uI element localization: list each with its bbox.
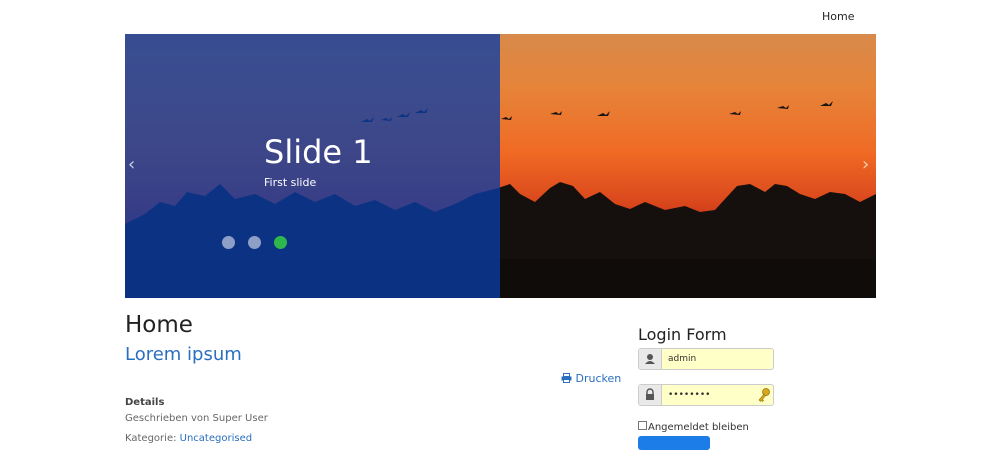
print-label: Drucken bbox=[575, 372, 622, 385]
slide-subtitle: First slide bbox=[264, 176, 317, 189]
author-line: Geschrieben von Super User bbox=[125, 413, 268, 424]
username-input[interactable] bbox=[662, 349, 773, 369]
article-title[interactable]: Lorem ipsum bbox=[125, 344, 242, 365]
login-button[interactable] bbox=[638, 436, 710, 450]
category-line: Kategorie: Uncategorised bbox=[125, 433, 252, 444]
page-title: Home bbox=[125, 312, 193, 338]
user-icon bbox=[639, 349, 662, 369]
slide-title: Slide 1 bbox=[264, 133, 373, 171]
lock-icon bbox=[639, 385, 662, 405]
username-field[interactable] bbox=[638, 348, 774, 370]
chevron-left-icon[interactable]: ‹ bbox=[128, 156, 135, 174]
slide-indicator-3-active[interactable] bbox=[274, 236, 287, 249]
printer-icon bbox=[561, 373, 572, 383]
remember-me-checkbox[interactable]: Angemeldet bleiben bbox=[638, 421, 749, 433]
details-heading: Details bbox=[125, 397, 165, 408]
category-link[interactable]: Uncategorised bbox=[180, 433, 252, 444]
slide-indicator-1[interactable] bbox=[222, 236, 235, 249]
password-field[interactable] bbox=[638, 384, 774, 406]
print-button[interactable]: Drucken bbox=[561, 372, 621, 385]
key-icon[interactable] bbox=[757, 387, 771, 403]
nav-home-link[interactable]: Home bbox=[822, 10, 854, 23]
checkbox[interactable] bbox=[638, 421, 647, 430]
login-form-title: Login Form bbox=[638, 325, 727, 344]
top-navigation: Home bbox=[0, 0, 1000, 34]
image-slider[interactable]: Slide 1 First slide ‹ › bbox=[125, 34, 876, 298]
slide-indicator-2[interactable] bbox=[248, 236, 261, 249]
category-prefix: Kategorie: bbox=[125, 433, 180, 444]
chevron-right-icon[interactable]: › bbox=[862, 156, 869, 174]
remember-me-label: Angemeldet bleiben bbox=[648, 422, 749, 433]
